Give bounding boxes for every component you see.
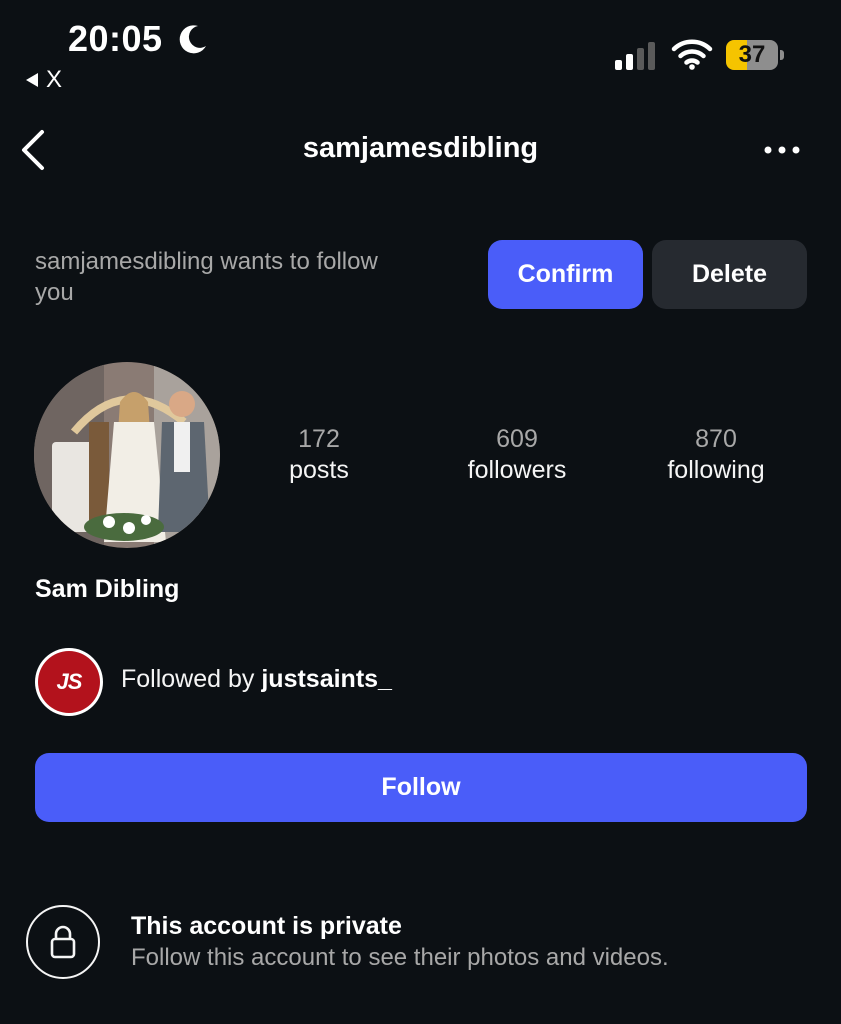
back-to-app-label: X	[46, 66, 63, 93]
battery-indicator: 37	[726, 40, 778, 70]
moon-icon	[179, 25, 206, 54]
profile-avatar[interactable]	[34, 362, 220, 548]
more-horizontal-icon[interactable]	[762, 140, 802, 160]
avatar-photo	[34, 362, 220, 548]
justsaints-logo: JS	[38, 651, 100, 713]
wifi-icon	[671, 39, 713, 70]
private-account-subtitle: Follow this account to see their photos …	[131, 944, 669, 971]
private-account-title: This account is private	[131, 912, 402, 940]
followed-by-prefix: Followed by	[121, 665, 262, 693]
followers-count: 609	[496, 425, 538, 453]
mutual-follower-avatar[interactable]: JS	[35, 648, 103, 716]
stat-posts: 172 posts	[239, 424, 399, 486]
page-title: samjamesdibling	[302, 132, 539, 164]
stat-followers[interactable]: 609 followers	[437, 424, 597, 486]
followers-label: followers	[467, 456, 567, 484]
follow-button[interactable]: Follow	[35, 753, 807, 822]
status-time: 20:05	[68, 18, 163, 59]
followed-by-text[interactable]: Followed by justsaints_	[121, 665, 392, 694]
following-count: 870	[695, 425, 737, 453]
back-to-app-button[interactable]: X	[26, 66, 62, 94]
following-label: following	[667, 456, 765, 484]
lock-icon	[50, 925, 76, 959]
cellular-signal-icon	[615, 42, 655, 70]
lock-icon-circle	[26, 905, 100, 979]
confirm-button[interactable]: Confirm	[488, 240, 643, 309]
mutual-username[interactable]: justsaints_	[261, 665, 392, 693]
battery-cap	[780, 50, 784, 60]
delete-button[interactable]: Delete	[652, 240, 807, 309]
follow-request-text: samjamesdibling wants to follow you	[35, 248, 378, 306]
display-name: Sam Dibling	[35, 575, 180, 603]
back-triangle-icon	[26, 73, 38, 87]
stat-following[interactable]: 870 following	[636, 424, 796, 486]
posts-label: posts	[289, 456, 349, 484]
posts-count: 172	[298, 425, 340, 453]
mutual-avatar-text: JS	[56, 669, 83, 694]
